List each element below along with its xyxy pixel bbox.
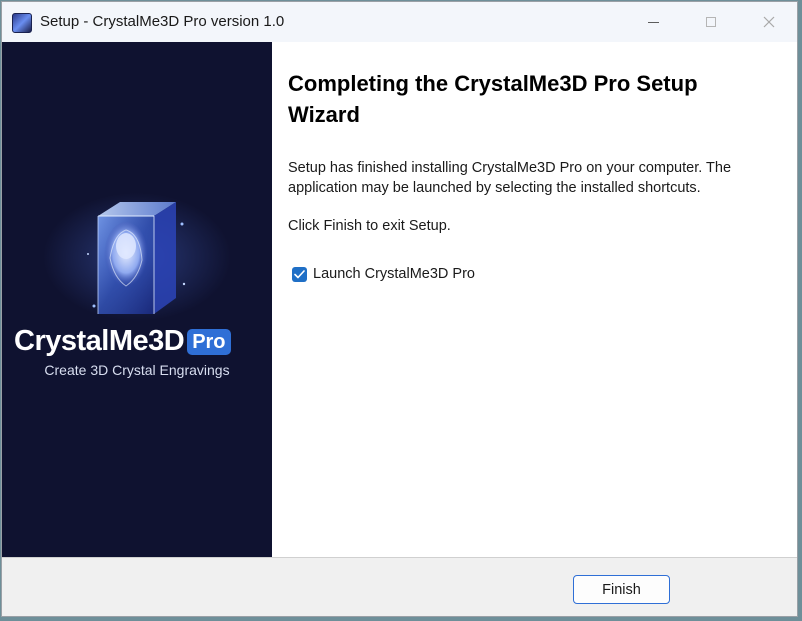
page-title: Completing the CrystalMe3D Pro Setup Wiz… <box>288 71 698 127</box>
finish-button[interactable]: Finish <box>573 575 670 604</box>
title-bar[interactable]: Setup - CrystalMe3D Pro version 1.0 <box>2 2 797 42</box>
brand-name: CrystalMe3D <box>14 325 185 357</box>
checkbox-checked[interactable] <box>292 266 307 282</box>
brand-pro-badge: Pro <box>187 328 231 355</box>
minimize-button[interactable] <box>630 2 676 42</box>
brand-logo: CrystalMe3D Pro <box>14 325 264 359</box>
crystal-cube-image <box>87 202 186 314</box>
launch-app-checkbox[interactable]: Launch CrystalMe3D Pro <box>292 264 475 284</box>
button-bar: Finish <box>2 557 797 616</box>
window-title: Setup - CrystalMe3D Pro version 1.0 <box>40 13 285 30</box>
launch-app-label[interactable]: Launch CrystalMe3D Pro <box>313 266 475 282</box>
brand-tagline: Create 3D Crystal Engravings <box>44 362 230 378</box>
completion-message: Setup has finished installing CrystalMe3… <box>288 160 732 196</box>
setup-window: Setup - CrystalMe3D Pro version 1.0 Crys… <box>1 1 798 617</box>
wizard-sidebar-banner: CrystalMe3D Pro Create 3D Crystal Engravi… <box>2 42 272 557</box>
wizard-content: Completing the CrystalMe3D Pro Setup Wiz… <box>272 42 797 557</box>
checkmark-icon <box>294 269 305 278</box>
exit-instruction: Click Finish to exit Setup. <box>288 218 451 234</box>
maximize-icon <box>706 17 716 27</box>
minimize-icon <box>647 21 659 23</box>
close-button[interactable] <box>746 2 792 42</box>
app-icon <box>12 13 32 33</box>
close-icon <box>763 16 775 28</box>
maximize-button[interactable] <box>688 2 734 42</box>
